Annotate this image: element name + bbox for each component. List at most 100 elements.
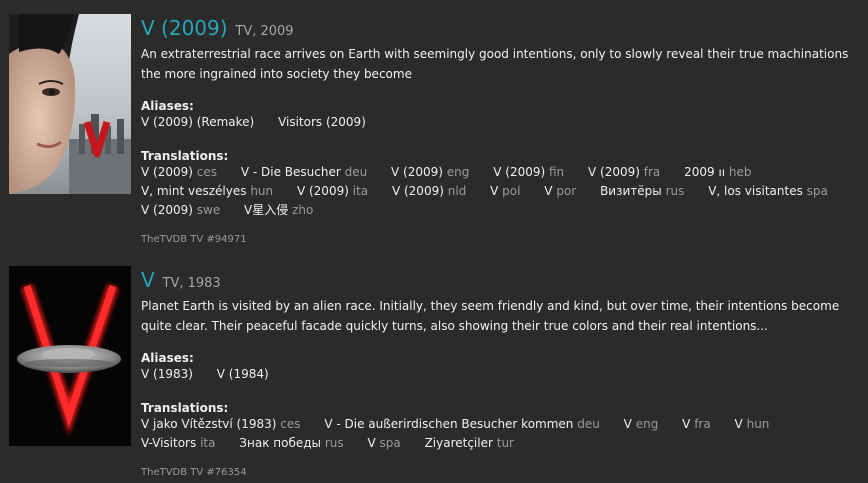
translation-lang: eng bbox=[446, 165, 470, 179]
aliases-list: V (2009) (Remake) Visitors (2009) bbox=[141, 113, 863, 132]
translations-list: V (2009) ces V - Die Besucher deu V (200… bbox=[141, 163, 863, 220]
aliases-list: V (1983) V (1984) bbox=[141, 365, 863, 384]
translation-lang: ita bbox=[200, 436, 216, 450]
translation-item: V - Die außerirdischen Besucher kommen d… bbox=[324, 415, 600, 434]
translation-name: V (2009) bbox=[296, 184, 349, 198]
translation-name: V bbox=[544, 184, 553, 198]
translations-label: Translations: bbox=[141, 401, 229, 415]
translation-lang: por bbox=[556, 184, 577, 198]
show-overview: An extraterrestrial race arrives on Eart… bbox=[141, 47, 849, 81]
translation-lang: fin bbox=[549, 165, 565, 179]
translation-name: V - Die Besucher bbox=[240, 165, 341, 179]
translations-label: Translations: bbox=[141, 149, 229, 163]
translation-name: V (2009) bbox=[141, 203, 193, 217]
poster-art bbox=[9, 14, 131, 194]
translation-item: V (2009) ces bbox=[141, 163, 217, 182]
translation-name: V (2009) bbox=[493, 165, 546, 179]
source-link[interactable]: TheTVDB TV #94971 bbox=[141, 234, 863, 246]
title-line: V TV, 1983 bbox=[141, 266, 863, 294]
translation-item: V pol bbox=[490, 182, 520, 201]
translation-name: 2009 וו bbox=[684, 165, 726, 179]
translation-item: V (2009) ita bbox=[297, 182, 368, 201]
translations-list: V jako Vítězství (1983) ces V - Die auße… bbox=[141, 415, 863, 453]
translation-lang: deu bbox=[344, 165, 368, 179]
translation-item: Знак победы rus bbox=[239, 434, 343, 453]
translation-lang: rus bbox=[324, 436, 344, 450]
translation-name: V - Die außerirdischen Besucher kommen bbox=[324, 417, 574, 431]
aliases-label: Aliases: bbox=[141, 99, 194, 113]
poster-art bbox=[9, 266, 131, 446]
translation-lang: ita bbox=[352, 184, 369, 198]
translation-item: V, mint veszélyes hun bbox=[141, 182, 273, 201]
translation-lang: hun bbox=[250, 184, 274, 198]
poster-image[interactable] bbox=[9, 266, 131, 446]
translation-item: V, los visitantes spa bbox=[708, 182, 828, 201]
translation-name: V (2009) bbox=[391, 184, 444, 198]
translation-lang: heb bbox=[728, 165, 752, 179]
show-type-year: TV, 1983 bbox=[162, 276, 221, 291]
translation-name: V jako Vítězství (1983) bbox=[141, 417, 277, 431]
translation-lang: tur bbox=[496, 436, 514, 450]
translation-name: V (2009) bbox=[141, 165, 193, 179]
translation-name: Знак победы bbox=[239, 436, 321, 450]
translation-item: V星入侵 zho bbox=[244, 201, 313, 220]
translation-lang: zho bbox=[292, 203, 314, 217]
result-info: V (2009) TV, 2009 An extraterrestrial ra… bbox=[141, 14, 863, 246]
show-type-year: TV, 2009 bbox=[235, 24, 294, 39]
translation-item: V (2009) fra bbox=[588, 163, 660, 182]
translation-lang: rus bbox=[665, 184, 685, 198]
translation-lang: swe bbox=[196, 203, 221, 217]
translation-lang: spa bbox=[379, 436, 401, 450]
translation-lang: ces bbox=[280, 417, 301, 431]
translation-item: V (2009) swe bbox=[141, 201, 220, 220]
aliases-label: Aliases: bbox=[141, 351, 194, 365]
translation-lang: hun bbox=[746, 417, 770, 431]
alias-item: Visitors (2009) bbox=[278, 115, 366, 129]
translation-name: Ziyaretçiler bbox=[424, 436, 493, 450]
translation-item: V fra bbox=[682, 415, 711, 434]
translation-lang: nld bbox=[447, 184, 467, 198]
translation-item: Визитёры rus bbox=[600, 182, 684, 201]
title-line: V (2009) TV, 2009 bbox=[141, 14, 863, 42]
source-link[interactable]: TheTVDB TV #76354 bbox=[141, 467, 863, 479]
translation-item: V eng bbox=[624, 415, 659, 434]
translation-item: V jako Vítězství (1983) ces bbox=[141, 415, 301, 434]
translation-item: V (2009) nld bbox=[392, 182, 466, 201]
translation-name: V, los visitantes bbox=[708, 184, 803, 198]
alias-item: V (1983) bbox=[141, 367, 193, 381]
translation-name: V bbox=[734, 417, 743, 431]
show-title[interactable]: V bbox=[141, 268, 155, 292]
translation-lang: pol bbox=[502, 184, 521, 198]
translation-lang: fra bbox=[694, 417, 711, 431]
show-title[interactable]: V (2009) bbox=[141, 16, 228, 40]
translation-item: V por bbox=[544, 182, 576, 201]
translation-item: V (2009) eng bbox=[391, 163, 469, 182]
translation-name: V bbox=[682, 417, 691, 431]
translation-name: V (2009) bbox=[391, 165, 443, 179]
translation-name: V星入侵 bbox=[244, 203, 289, 217]
translation-lang: ces bbox=[196, 165, 217, 179]
translation-item: V (2009) fin bbox=[493, 163, 564, 182]
show-overview: Planet Earth is visited by an alien race… bbox=[141, 299, 840, 333]
translation-name: V bbox=[623, 417, 632, 431]
translation-lang: fra bbox=[643, 165, 661, 179]
translation-name: V bbox=[367, 436, 376, 450]
translation-name: V-Visitors bbox=[141, 436, 197, 450]
result-info: V TV, 1983 Planet Earth is visited by an… bbox=[141, 266, 863, 479]
translation-item: Ziyaretçiler tur bbox=[425, 434, 514, 453]
translation-item: 2009 וו heb bbox=[684, 163, 751, 182]
translation-item: V - Die Besucher deu bbox=[241, 163, 367, 182]
translation-item: V-Visitors ita bbox=[141, 434, 215, 453]
translation-name: V bbox=[490, 184, 499, 198]
translation-lang: spa bbox=[806, 184, 828, 198]
translation-lang: deu bbox=[577, 417, 600, 431]
translation-item: V hun bbox=[735, 415, 770, 434]
alias-item: V (1984) bbox=[216, 367, 269, 381]
translation-name: V, mint veszélyes bbox=[141, 184, 247, 198]
poster-image[interactable] bbox=[9, 14, 131, 194]
translation-name: V (2009) bbox=[588, 165, 640, 179]
translation-item: V spa bbox=[367, 434, 400, 453]
alias-item: V (2009) (Remake) bbox=[141, 115, 255, 129]
translation-lang: eng bbox=[635, 417, 659, 431]
translation-name: Визитёры bbox=[600, 184, 662, 198]
